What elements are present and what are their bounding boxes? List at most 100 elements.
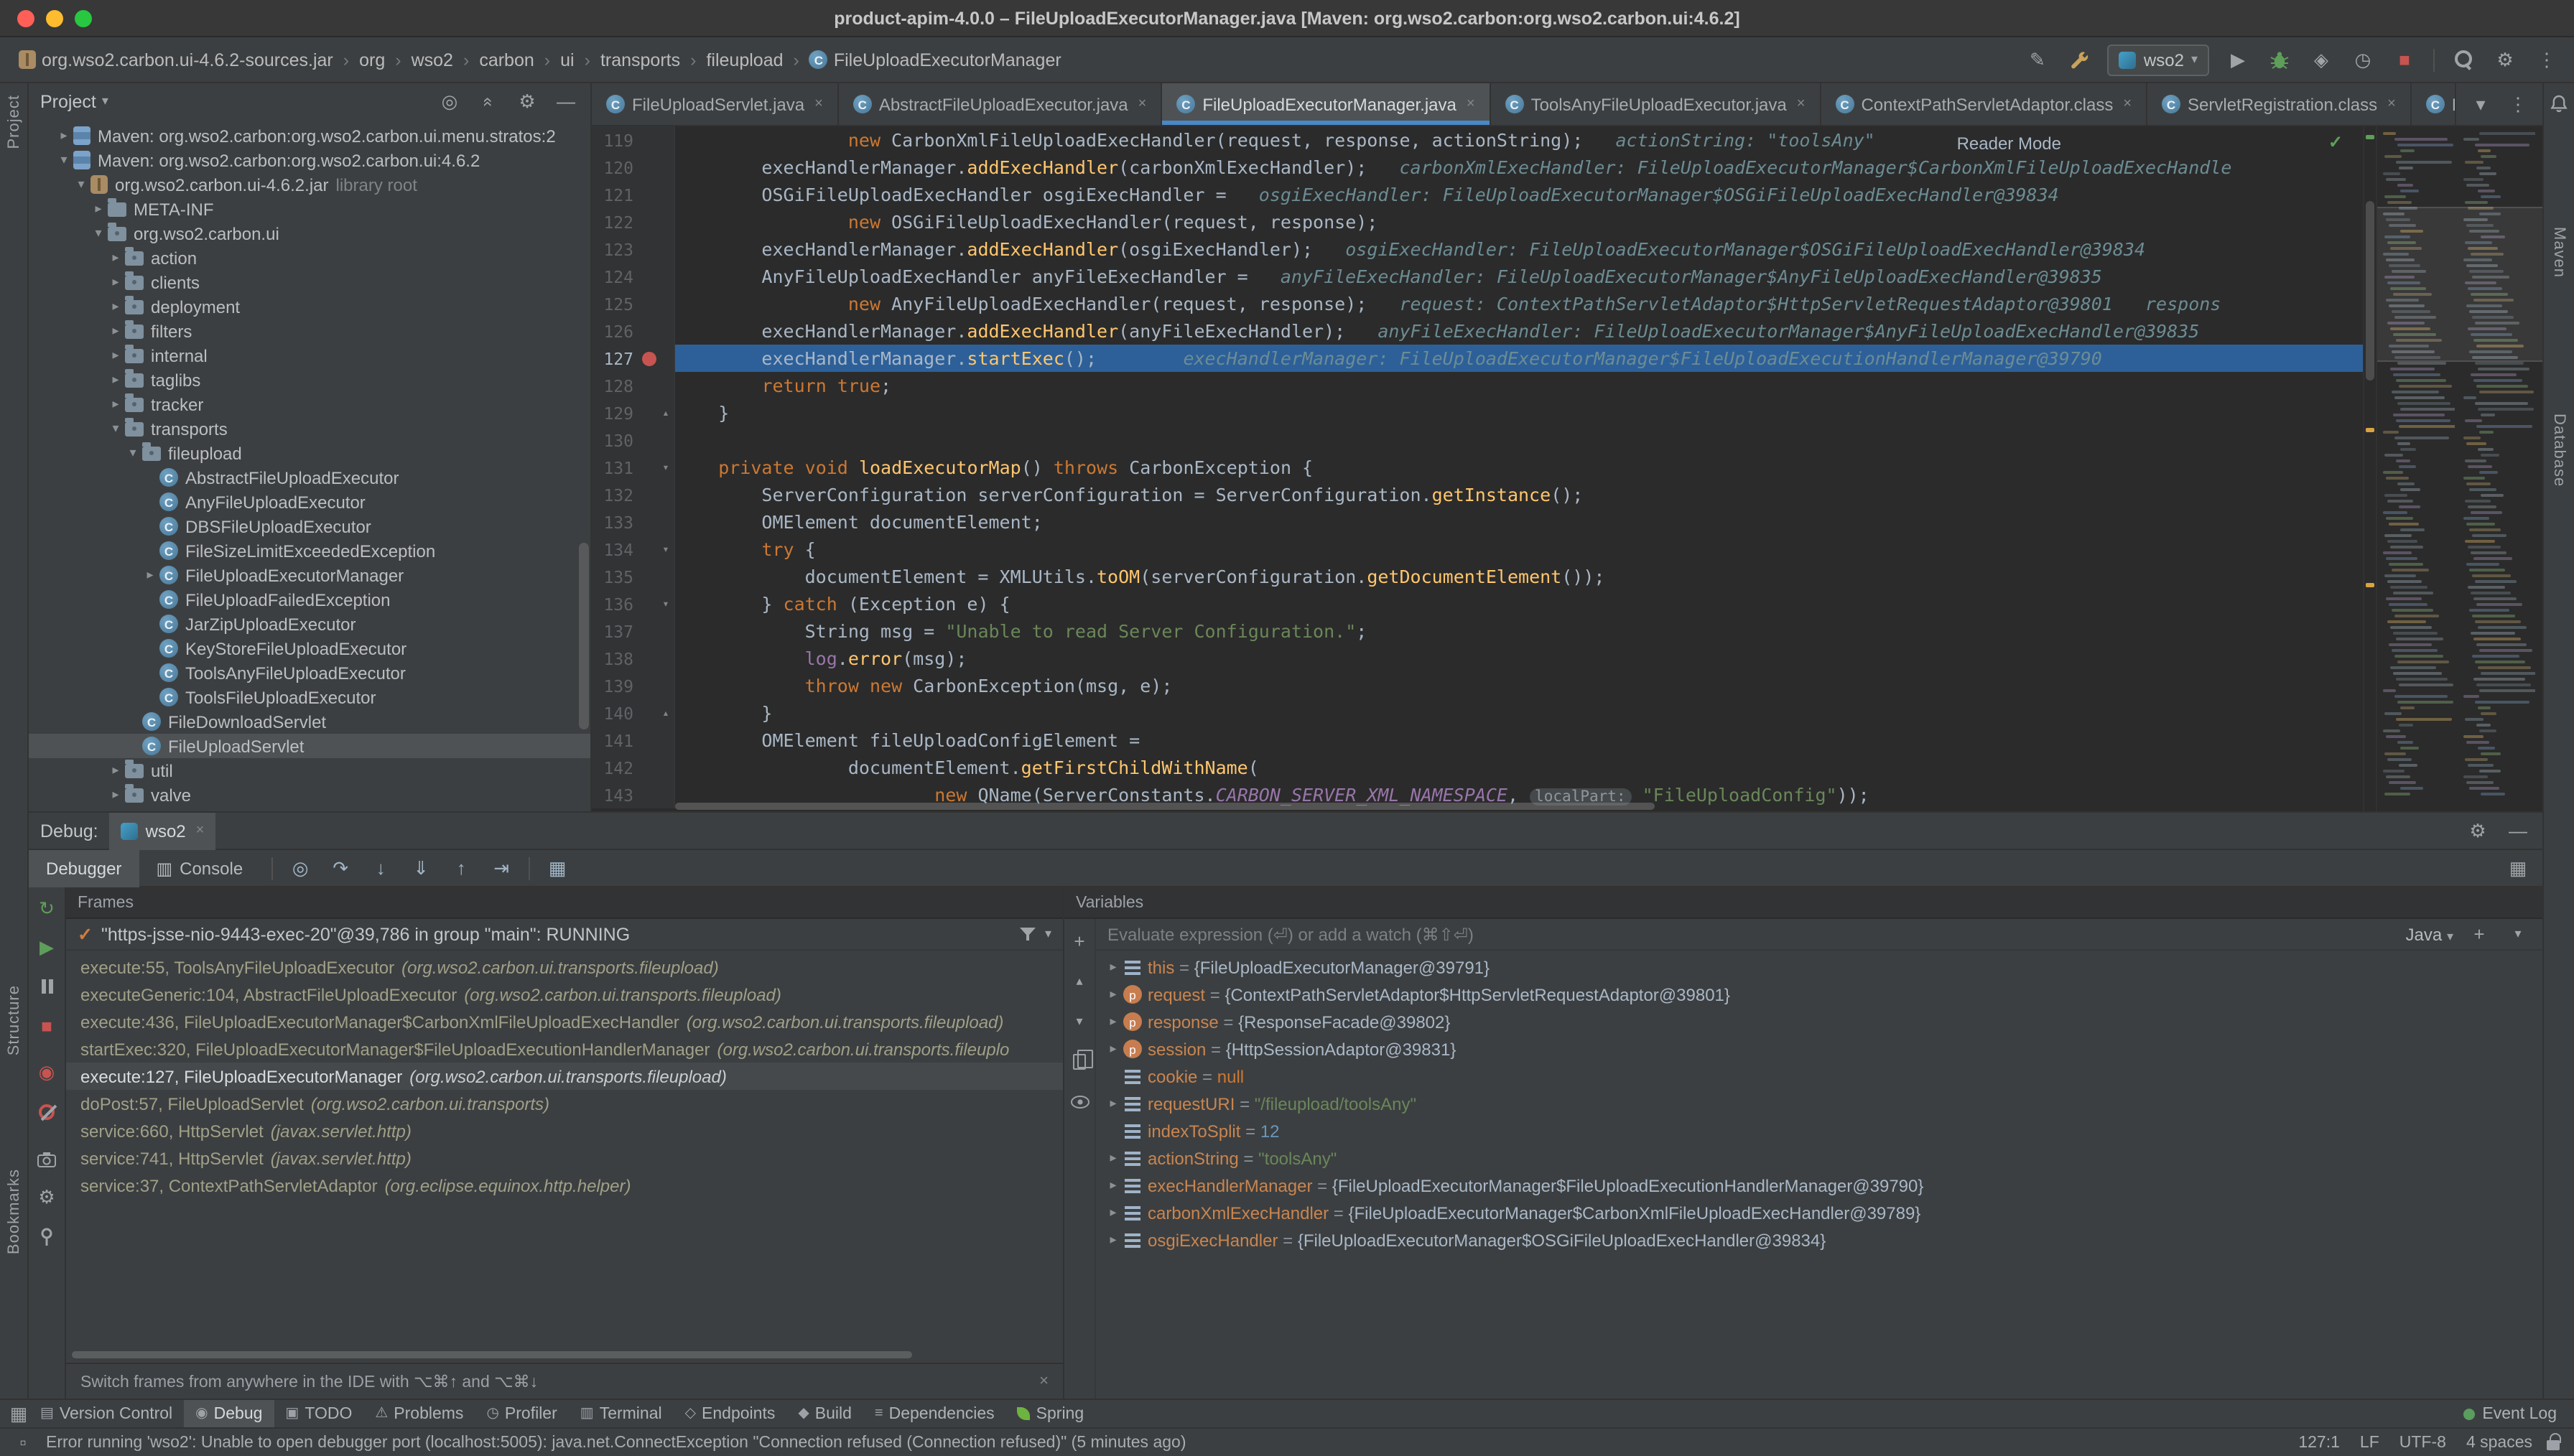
step-out-button[interactable]: ↑: [448, 855, 474, 881]
tree-item-taglibs[interactable]: ▸taglibs: [29, 368, 590, 392]
variable-osgiexechandler[interactable]: ▸osgiExecHandler = {FileUploadExecutorMa…: [1096, 1226, 2542, 1254]
tree-item-valve[interactable]: ▸valve: [29, 783, 590, 807]
variable-response[interactable]: ▸presponse = {ResponseFacade@39802}: [1096, 1008, 2542, 1035]
tool-stripe-project[interactable]: Project: [0, 95, 27, 149]
code-editor[interactable]: 119 new CarbonXmlFileUploadExecHandler(r…: [592, 126, 2363, 811]
project-panel-title[interactable]: Project: [40, 91, 96, 111]
tree-item-meta-inf[interactable]: ▸META-INF: [29, 197, 590, 221]
code-line-142[interactable]: 142 documentElement.getFirstChildWithNam…: [592, 754, 2363, 781]
chevron-collapsed-icon[interactable]: ▸: [1105, 1205, 1122, 1221]
breadcrumb-item-transports[interactable]: transports: [596, 48, 684, 71]
status-widget-line-separator[interactable]: LF: [2360, 1434, 2379, 1451]
chevron-expanded-icon[interactable]: ▾: [124, 445, 142, 461]
tree-item-filters[interactable]: ▸filters: [29, 319, 590, 343]
fold-marker[interactable]: ▴: [658, 706, 674, 719]
tree-item-tracker[interactable]: ▸tracker: [29, 392, 590, 416]
code-line-138[interactable]: 138 log.error(msg);: [592, 645, 2363, 672]
chevron-collapsed-icon[interactable]: ▸: [106, 250, 125, 266]
close-tab-icon[interactable]: ×: [1797, 96, 1806, 112]
status-message[interactable]: Error running 'wso2': Unable to open deb…: [46, 1434, 2284, 1451]
tree-item-deployment[interactable]: ▸deployment: [29, 294, 590, 319]
hscroll-thumb[interactable]: [675, 803, 1654, 810]
code-line-126[interactable]: 126 execHandlerManager.addExecHandler(an…: [592, 317, 2363, 345]
chevron-collapsed-icon[interactable]: ▸: [1105, 1177, 1122, 1193]
status-widget-indent-style[interactable]: 4 spaces: [2466, 1434, 2532, 1451]
variable-this[interactable]: ▸this = {FileUploadExecutorManager@39791…: [1096, 953, 2542, 981]
code-line-141[interactable]: 141 OMElement fileUploadConfigElement =: [592, 727, 2363, 754]
more-options-button[interactable]: ⋮: [2534, 47, 2560, 73]
code-minimap[interactable]: [2376, 126, 2542, 811]
event-log-button[interactable]: Event Log: [2463, 1405, 2565, 1422]
toolwindow-button-terminal[interactable]: ▥Terminal: [569, 1399, 674, 1428]
chevron-collapsed-icon[interactable]: ▸: [106, 762, 125, 778]
chevron-down-icon[interactable]: ▾: [102, 93, 108, 109]
evaluate-expression-bar[interactable]: Evaluate expression (⏎) or add a watch (…: [1096, 919, 2542, 951]
chevron-collapsed-icon[interactable]: ▸: [106, 323, 125, 339]
code-line-128[interactable]: 128 return true;: [592, 372, 2363, 399]
pin-button[interactable]: [34, 1223, 60, 1249]
step-over-button[interactable]: ↷: [327, 855, 353, 881]
tool-windows-widget-icon[interactable]: ▦: [9, 1401, 29, 1427]
fold-marker[interactable]: ▾: [658, 543, 674, 556]
editor-tab-pr[interactable]: CPr: [2412, 83, 2456, 125]
close-hint-icon[interactable]: ×: [1039, 1373, 1049, 1390]
pause-button[interactable]: [34, 974, 60, 999]
vscroll-thumb[interactable]: [2366, 201, 2374, 381]
minimize-window-button[interactable]: [46, 9, 63, 27]
debug-button[interactable]: [2267, 47, 2292, 73]
tree-item-fileuploadfailedexception[interactable]: CFileUploadFailedException: [29, 587, 590, 612]
tool-stripe-structure[interactable]: Structure: [0, 985, 27, 1055]
code-line-131[interactable]: 131▾ private void loadExecutorMap() thro…: [592, 454, 2363, 481]
close-tab-icon[interactable]: ×: [814, 96, 823, 112]
tree-item-filedownloadservlet[interactable]: CFileDownloadServlet: [29, 709, 590, 734]
chevron-collapsed-icon[interactable]: ▸: [1105, 1096, 1122, 1111]
chevron-collapsed-icon[interactable]: ▸: [1105, 1150, 1122, 1166]
project-scrollbar[interactable]: [579, 543, 589, 729]
chevron-expanded-icon[interactable]: ▾: [106, 421, 125, 437]
chevron-collapsed-icon[interactable]: ▸: [1105, 1041, 1122, 1057]
move-down-button[interactable]: ▾: [1067, 1008, 1092, 1034]
debug-strip-settings-button[interactable]: ⚙: [34, 1185, 60, 1210]
code-line-130[interactable]: 130: [592, 426, 2363, 454]
minimap-viewport[interactable]: [2377, 207, 2542, 362]
editor-tab-servletregistration-class[interactable]: CServletRegistration.class×: [2147, 83, 2412, 125]
hide-project-panel-button[interactable]: —: [553, 88, 579, 114]
tab-console[interactable]: ▥Console: [139, 849, 260, 887]
view-breakpoints-button[interactable]: ◉: [34, 1060, 60, 1086]
variable-actionstring[interactable]: ▸actionString = "toolsAny": [1096, 1144, 2542, 1172]
code-line-121[interactable]: 121 OSGiFileUploadExecHandler osgiExecHa…: [592, 181, 2363, 208]
mute-breakpoints-button[interactable]: [34, 1098, 60, 1124]
inspections-status-icon[interactable]: ✓: [2328, 132, 2343, 152]
reader-mode-label[interactable]: Reader Mode: [1957, 134, 2061, 154]
search-everywhere-button[interactable]: [2450, 47, 2476, 73]
variable-session[interactable]: ▸psession = {HttpSessionAdaptor@39831}: [1096, 1035, 2542, 1063]
code-line-137[interactable]: 137 String msg = "Unable to read Server …: [592, 617, 2363, 645]
settings-button[interactable]: ⚙: [2492, 47, 2518, 73]
chevron-collapsed-icon[interactable]: ▸: [106, 787, 125, 803]
toolwindow-button-build[interactable]: ◆Build: [786, 1399, 863, 1428]
editor-tab-contextpathservletadaptor-class[interactable]: CContextPathServletAdaptor.class×: [1821, 83, 2147, 125]
breadcrumb-item-org-wso2-carbon-ui-4-6-2-sources-jar[interactable]: org.wso2.carbon.ui-4.6.2-sources.jar: [14, 48, 338, 71]
toolwindow-button-dependencies[interactable]: ≡Dependencies: [863, 1399, 1006, 1428]
chevron-collapsed-icon[interactable]: ▸: [55, 128, 73, 144]
breadcrumb-item-wso2[interactable]: wso2: [407, 48, 457, 71]
toolwindow-button-version-control[interactable]: ▤Version Control: [29, 1399, 184, 1428]
fold-marker[interactable]: ▴: [658, 406, 674, 419]
frame-execute-127-fileuploadexecutormanager[interactable]: execute:127, FileUploadExecutorManager(o…: [66, 1063, 1063, 1090]
code-line-140[interactable]: 140▴ }: [592, 699, 2363, 727]
close-tab-icon[interactable]: ×: [1138, 96, 1147, 112]
code-line-132[interactable]: 132 ServerConfiguration serverConfigurat…: [592, 481, 2363, 508]
fold-marker[interactable]: ▾: [658, 597, 674, 610]
show-watches-button[interactable]: [1067, 1088, 1092, 1114]
show-execution-point-button[interactable]: ◎: [287, 855, 313, 881]
close-tab-icon[interactable]: ×: [2123, 96, 2132, 112]
tool-stripe-bookmarks[interactable]: Bookmarks: [0, 1169, 27, 1254]
toolwindow-button-endpoints[interactable]: ◇Endpoints: [674, 1399, 787, 1428]
chevron-collapsed-icon[interactable]: ▸: [1105, 986, 1122, 1002]
breadcrumb-item-fileupload[interactable]: fileupload: [702, 48, 787, 71]
expand-editor-icon[interactable]: ▾: [2505, 921, 2531, 947]
profiler-button[interactable]: ◷: [2350, 47, 2376, 73]
status-widget-file-encoding[interactable]: UTF-8: [2399, 1434, 2446, 1451]
code-line-135[interactable]: 135 documentElement = XMLUtils.toOM(serv…: [592, 563, 2363, 590]
frame-executegeneric-104-abstractfileuploadexe[interactable]: executeGeneric:104, AbstractFileUploadEx…: [66, 981, 1063, 1008]
